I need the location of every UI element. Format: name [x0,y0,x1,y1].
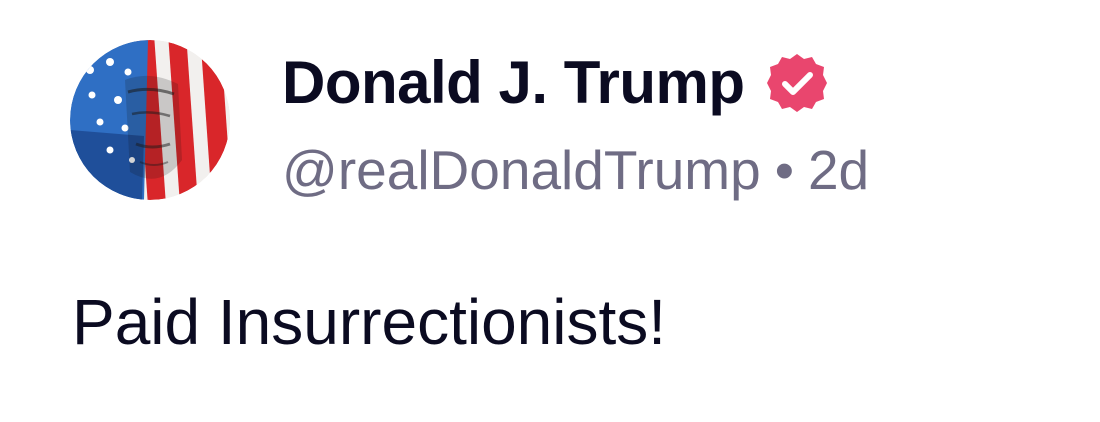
avatar-image [70,40,230,200]
author-handle[interactable]: @realDonaldTrump [282,142,761,198]
author-display-name[interactable]: Donald J. Trump [282,53,745,113]
author-name-row: Donald J. Trump [282,40,829,126]
verified-badge-icon[interactable] [765,51,829,115]
post-card: Donald J. Trump @realDonaldTrump • 2d Pa… [0,0,1100,422]
author-meta-row: @realDonaldTrump • 2d [282,138,869,202]
post-text: Paid Insurrectionists! [72,286,667,358]
avatar[interactable] [70,40,230,200]
meta-separator: • [774,138,794,201]
post-timestamp[interactable]: 2d [808,142,869,198]
